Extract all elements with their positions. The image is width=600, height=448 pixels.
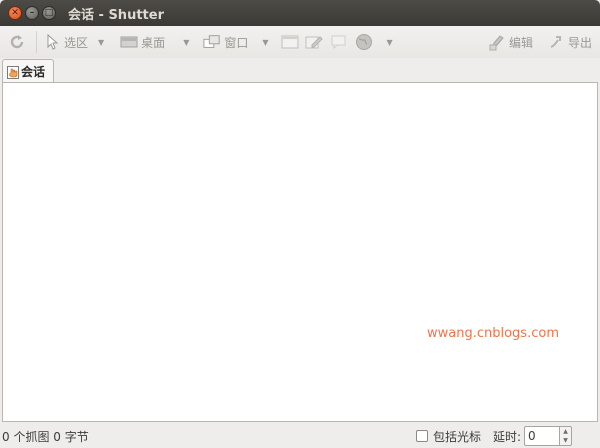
desktop-label: 桌面: [141, 35, 166, 50]
chevron-down-icon[interactable]: ▼: [183, 38, 189, 47]
window-icon: [203, 34, 221, 50]
select-area-button[interactable]: 选区 ▼: [43, 28, 104, 56]
status-bar: 0 个抓图 0 字节 包括光标 延时: 0 ▲ ▼: [0, 424, 600, 448]
select-area-label: 选区: [64, 35, 89, 50]
cursor-arrow-icon: [43, 34, 61, 50]
window-label: 窗口: [224, 35, 249, 50]
delay-input[interactable]: 0: [524, 426, 560, 446]
close-window-button[interactable]: ✕: [8, 6, 22, 20]
edit-button[interactable]: 编辑: [488, 28, 533, 56]
minimize-icon: –: [29, 7, 35, 18]
chevron-down-icon[interactable]: ▼: [98, 38, 104, 47]
tooltip-capture-button[interactable]: [305, 28, 323, 56]
maximize-window-button[interactable]: □: [42, 6, 56, 20]
screenshot-list-area[interactable]: wwang.cnblogs.com: [2, 82, 598, 422]
include-cursor-checkbox[interactable]: [415, 430, 428, 442]
speech-window-icon: [329, 34, 347, 50]
desktop-icon: [120, 34, 138, 50]
minimize-window-button[interactable]: –: [25, 6, 39, 20]
status-controls: 包括光标 延时: 0 ▲ ▼: [415, 426, 572, 446]
globe-icon: [355, 34, 373, 50]
close-icon: ✕: [11, 7, 19, 18]
export-icon: [547, 34, 565, 50]
menu-window-icon: [281, 34, 299, 50]
chevron-down-icon[interactable]: ▼: [563, 436, 568, 445]
window-capture-button[interactable]: 窗口 ▼: [203, 28, 269, 56]
maximize-icon: □: [44, 7, 54, 18]
title-bar: ✕ – □ 会话 - Shutter: [0, 0, 600, 26]
refresh-icon: [8, 34, 26, 50]
export-button[interactable]: 导出: [547, 28, 592, 56]
main-toolbar: 选区 ▼ 桌面 ▼ 窗口 ▼ ▼ 编辑 导出: [0, 26, 600, 58]
pencil-note-icon: [305, 34, 323, 50]
tab-session-label: 会话: [21, 65, 46, 79]
edit-label: 编辑: [508, 35, 533, 50]
capture-summary: 0 个抓图 0 字节: [2, 429, 89, 444]
delay-stepper[interactable]: ▲ ▼: [560, 426, 572, 446]
include-cursor-label: 包括光标: [432, 429, 481, 444]
edit-brush-icon: [488, 34, 506, 51]
desktop-capture-button[interactable]: 桌面 ▼: [120, 28, 189, 56]
chevron-up-icon[interactable]: ▲: [563, 427, 568, 436]
redo-capture-button[interactable]: [8, 28, 26, 56]
watermark-text: wwang.cnblogs.com: [427, 326, 559, 341]
delay-label: 延时:: [492, 429, 521, 444]
session-tab-bar: 会话: [0, 58, 600, 83]
web-capture-button[interactable]: ▼: [355, 28, 393, 56]
tab-session[interactable]: 会话: [2, 59, 54, 83]
menu-capture-button[interactable]: [281, 28, 299, 56]
chevron-down-icon[interactable]: ▼: [387, 38, 393, 47]
chevron-down-icon[interactable]: ▼: [262, 38, 268, 47]
web-capture-placeholder-button[interactable]: [329, 28, 347, 56]
session-hand-icon: [7, 65, 19, 79]
toolbar-separator: [36, 31, 37, 53]
window-title: 会话 - Shutter: [68, 7, 164, 23]
export-label: 导出: [567, 35, 592, 50]
